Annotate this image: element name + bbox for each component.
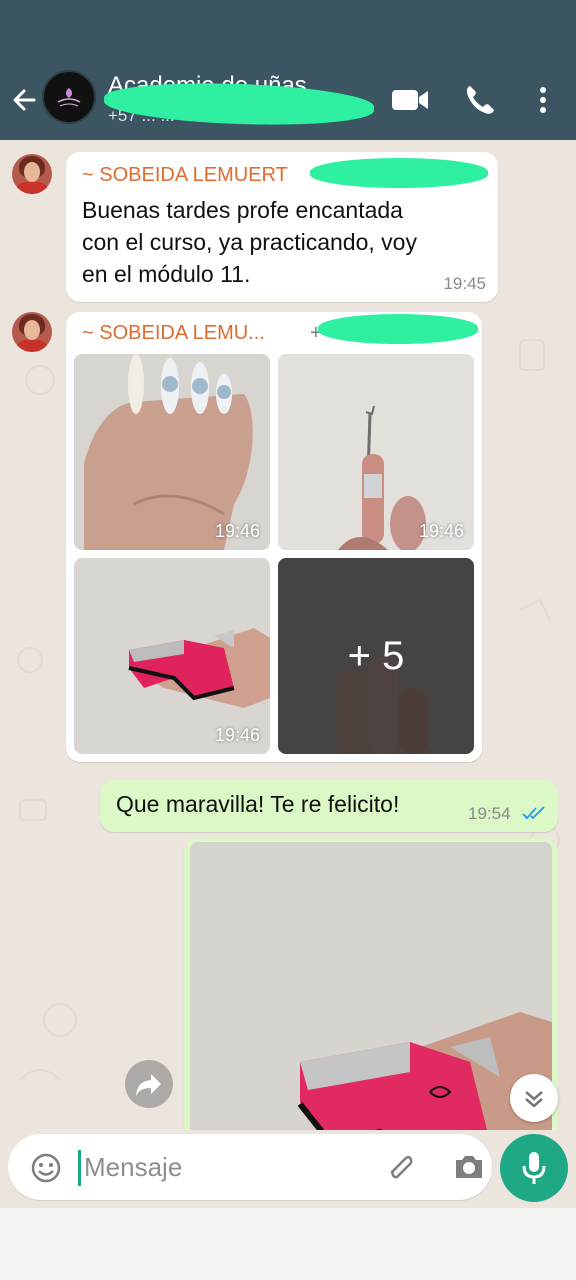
photo-time: 19:46 bbox=[214, 725, 260, 745]
photo-time: 19:46 bbox=[418, 521, 464, 541]
photo-thumbnail-more[interactable]: + 5 bbox=[278, 558, 474, 754]
voice-call-icon[interactable] bbox=[462, 82, 498, 118]
message-text: Que maravilla! Te re felicito! bbox=[116, 791, 400, 817]
photo-time: 19:46 bbox=[214, 521, 260, 541]
photo-thumbnail[interactable]: 19:46 bbox=[74, 558, 270, 754]
chat-header: Academia de uñas +57 ... ... bbox=[0, 60, 576, 140]
redaction-mark bbox=[318, 314, 478, 344]
message-input[interactable]: Mensaje bbox=[8, 1134, 492, 1200]
read-double-check-icon bbox=[522, 806, 545, 820]
status-bar bbox=[0, 0, 576, 60]
outgoing-message-bubble[interactable]: Que maravilla! Te re felicito! 19:54 bbox=[100, 780, 558, 832]
incoming-message-bubble[interactable]: ~ SOBEIDA LEMUERT Buenas tardes profe en… bbox=[66, 152, 498, 302]
redaction-mark bbox=[310, 158, 488, 188]
nail-form-photo bbox=[297, 1012, 552, 1130]
photo-thumbnail[interactable]: 19:46 bbox=[74, 354, 270, 550]
message-text: Buenas tardes profe encantada con el cur… bbox=[82, 197, 417, 287]
group-avatar[interactable] bbox=[42, 70, 96, 124]
photo-thumbnail[interactable]: 19:46 bbox=[278, 354, 474, 550]
sender-name[interactable]: ~ SOBEIDA LEMUERT bbox=[82, 164, 288, 187]
system-nav-bar bbox=[0, 1208, 576, 1280]
photo-large[interactable] bbox=[190, 842, 552, 1130]
voice-record-button[interactable] bbox=[500, 1134, 568, 1202]
attach-clip-icon[interactable] bbox=[384, 1150, 418, 1184]
emoji-icon[interactable] bbox=[30, 1152, 62, 1184]
text-caret bbox=[78, 1150, 81, 1186]
sender-avatar[interactable] bbox=[12, 154, 52, 194]
more-photos-count: + 5 bbox=[278, 558, 474, 754]
message-composer: Mensaje bbox=[0, 1130, 576, 1208]
mic-icon bbox=[522, 1152, 546, 1184]
forward-icon bbox=[136, 1074, 161, 1096]
scroll-to-bottom-button[interactable] bbox=[510, 1074, 558, 1122]
video-call-icon[interactable] bbox=[390, 82, 430, 118]
message-placeholder: Mensaje bbox=[84, 1152, 183, 1182]
message-time: 19:45 bbox=[443, 274, 486, 293]
chat-area[interactable]: ~ SOBEIDA LEMUERT Buenas tardes profe en… bbox=[0, 140, 576, 1130]
sender-name[interactable]: ~ SOBEIDA LEMU... bbox=[82, 322, 265, 345]
arrow-left-icon[interactable] bbox=[10, 82, 38, 118]
forward-button[interactable] bbox=[125, 1060, 173, 1108]
double-chevron-down-icon bbox=[525, 1091, 543, 1108]
photo-album-bubble[interactable]: ~ SOBEIDA LEMU... + 19:46 19:46 19:46 + … bbox=[66, 312, 482, 762]
nail-logo-icon bbox=[57, 88, 81, 107]
camera-icon[interactable] bbox=[452, 1152, 486, 1182]
more-vertical-icon[interactable] bbox=[530, 82, 556, 118]
message-time: 19:54 bbox=[468, 804, 511, 823]
outgoing-photo-bubble[interactable] bbox=[184, 838, 558, 1130]
sender-avatar[interactable] bbox=[12, 312, 52, 352]
